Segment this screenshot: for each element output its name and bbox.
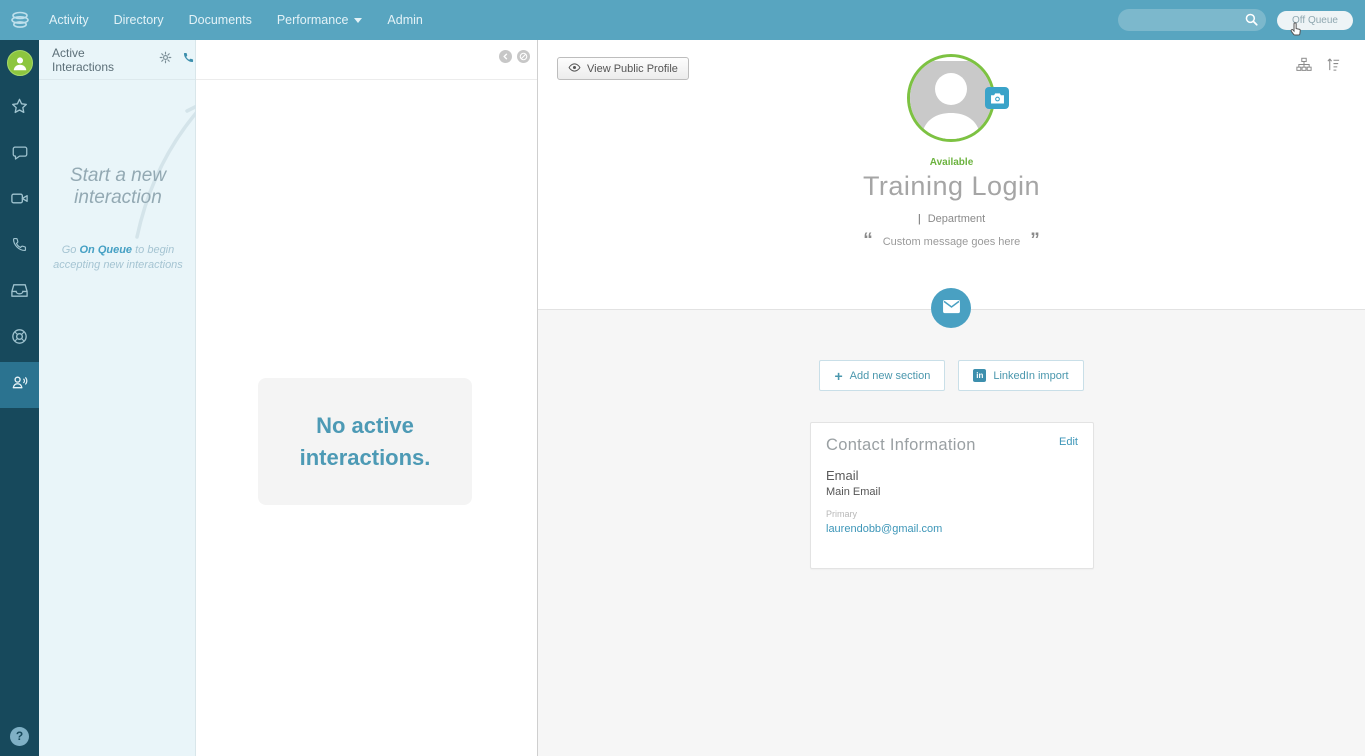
interactions-panel-title: Active Interactions	[52, 46, 149, 74]
search-icon[interactable]	[1244, 12, 1259, 32]
on-queue-link[interactable]: On Queue	[79, 244, 132, 256]
sidebar-item-profile-avatar[interactable]	[0, 40, 39, 86]
sidebar-item-favorites[interactable]	[0, 86, 39, 132]
custom-message-text: Custom message goes here	[883, 236, 1021, 248]
star-icon	[10, 97, 29, 121]
inbox-icon	[10, 281, 29, 305]
profile-view-toggles	[1296, 57, 1341, 72]
view-public-profile-button[interactable]: View Public Profile	[557, 57, 689, 80]
icon-sidebar: ?	[0, 40, 39, 756]
dial-phone-icon[interactable]	[182, 51, 195, 69]
presence-status: Available	[538, 157, 1365, 168]
sidebar-item-inbox[interactable]	[0, 270, 39, 316]
no-active-interactions-text: No active interactions.	[258, 410, 472, 474]
title-department-row: | Department	[538, 213, 1365, 225]
custom-status-message: “ Custom message goes here ”	[538, 236, 1365, 248]
department-label: Department	[928, 213, 985, 225]
profile-header-section: View Public Profile	[538, 40, 1365, 310]
sidebar-item-video[interactable]	[0, 178, 39, 224]
empty-state-hint: Go On Queue to begin accepting new inter…	[53, 243, 183, 274]
main-email-label: Main Email	[826, 486, 1078, 498]
linkedin-icon: in	[973, 369, 986, 382]
open-quote-icon: “	[863, 236, 873, 248]
list-view-icon[interactable]	[1326, 57, 1341, 72]
sidebar-item-interactions-hub[interactable]	[0, 316, 39, 362]
active-interactions-panel: Active Interactions Start a new interact…	[39, 40, 196, 756]
close-quote-icon: ”	[1030, 236, 1040, 248]
primary-nav: Activity Directory Documents Performance…	[49, 13, 423, 27]
profile-actions-row: + Add new section in LinkedIn import	[538, 360, 1365, 391]
separator: |	[918, 213, 921, 225]
contact-information-card: Contact Information Edit Email Main Emai…	[810, 422, 1094, 569]
email-group-label: Email	[826, 468, 1078, 483]
off-queue-button[interactable]: Off Queue	[1277, 11, 1353, 30]
interactions-panel-header: Active Interactions	[39, 40, 195, 80]
genesys-logo-icon[interactable]	[0, 0, 40, 40]
global-search	[1118, 9, 1266, 31]
sidebar-item-calls[interactable]	[0, 224, 39, 270]
profile-avatar	[907, 54, 995, 142]
primary-tag: Primary	[826, 509, 1078, 519]
chat-bubble-icon	[11, 144, 29, 167]
sidebar-item-profile-page[interactable]	[0, 362, 39, 408]
phone-icon	[11, 236, 28, 258]
profile-main: View Public Profile	[538, 40, 1365, 756]
nav-directory[interactable]: Directory	[114, 13, 164, 27]
avatar-image[interactable]	[907, 54, 995, 142]
edit-contact-link[interactable]: Edit	[1059, 436, 1078, 448]
plus-icon: +	[834, 368, 842, 384]
no-active-interactions-box: No active interactions.	[258, 378, 472, 505]
help-button[interactable]: ?	[0, 721, 39, 751]
sidebar-item-chat[interactable]	[0, 132, 39, 178]
nav-activity[interactable]: Activity	[49, 13, 89, 27]
contact-card-title: Contact Information	[826, 436, 976, 455]
linkedin-import-button[interactable]: in LinkedIn import	[958, 360, 1083, 391]
question-mark-icon: ?	[10, 727, 29, 746]
org-chart-icon[interactable]	[1296, 57, 1312, 72]
nav-performance[interactable]: Performance	[277, 13, 363, 27]
life-ring-icon	[10, 327, 29, 351]
person-speaking-icon	[10, 373, 29, 397]
interaction-detail-header	[196, 40, 537, 80]
nav-admin[interactable]: Admin	[387, 13, 422, 27]
add-new-section-button[interactable]: + Add new section	[819, 360, 945, 391]
eye-icon	[568, 63, 581, 75]
empty-state-title: Start a new interaction	[57, 165, 179, 209]
email-button[interactable]	[931, 288, 971, 328]
video-camera-icon	[10, 189, 29, 213]
interaction-detail-panel: No active interactions.	[196, 40, 538, 756]
envelope-icon	[942, 299, 961, 317]
top-nav-bar: Activity Directory Documents Performance…	[0, 0, 1365, 40]
chevron-down-icon	[354, 18, 362, 23]
email-address-link[interactable]: laurendobb@gmail.com	[826, 523, 942, 535]
collapse-panel-button[interactable]	[499, 50, 512, 63]
profile-name: Training Login	[538, 171, 1365, 202]
gear-icon[interactable]	[159, 51, 172, 69]
disabled-circle-button[interactable]	[517, 50, 530, 63]
user-avatar-icon	[7, 50, 33, 76]
change-photo-button[interactable]	[985, 87, 1009, 109]
nav-documents[interactable]: Documents	[189, 13, 252, 27]
